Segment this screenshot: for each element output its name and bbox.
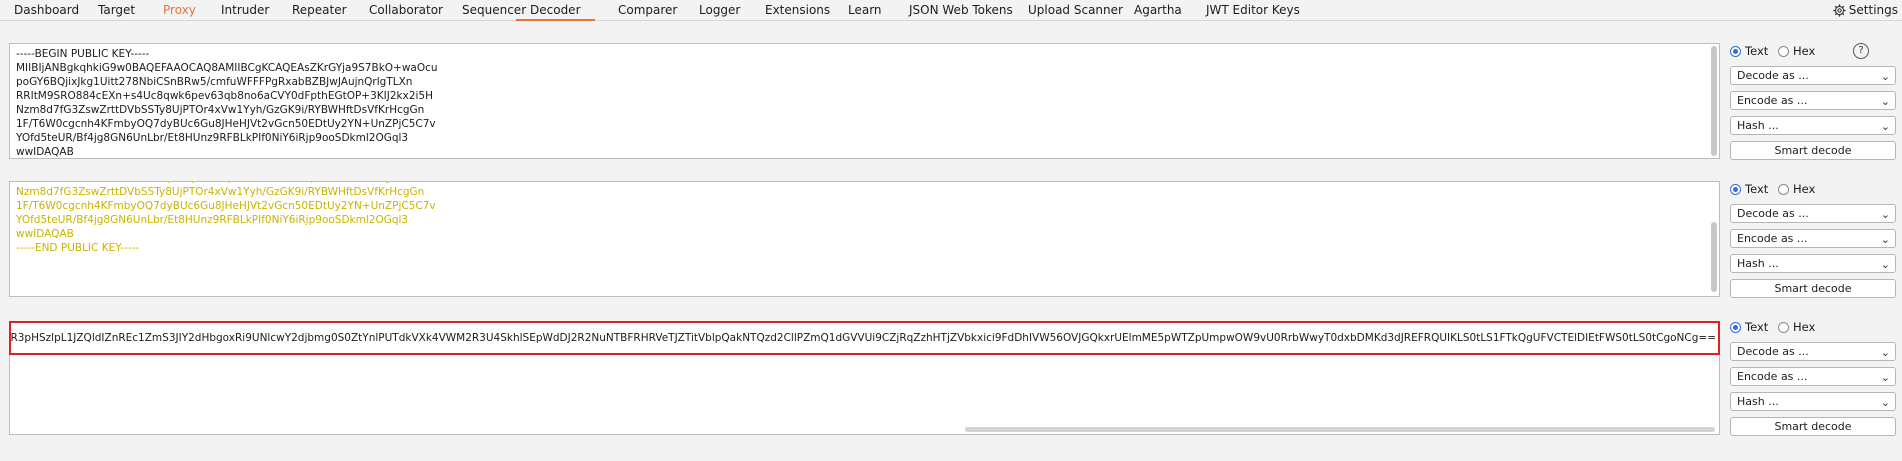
chevron-down-icon: ⌄ — [1880, 95, 1890, 108]
smart-decode-button[interactable]: Smart decode — [1730, 417, 1896, 436]
tab-agartha[interactable]: Agartha — [1134, 0, 1182, 20]
tab-proxy[interactable]: Proxy — [163, 0, 196, 20]
tab-decoder[interactable]: Decoder — [516, 0, 595, 21]
chevron-down-icon: ⌄ — [1880, 258, 1890, 271]
smart-decode-button[interactable]: Smart decode — [1730, 141, 1896, 160]
text-radio[interactable]: Text — [1730, 320, 1768, 334]
chevron-down-icon: ⌄ — [1880, 120, 1890, 133]
smart-decode-button[interactable]: Smart decode — [1730, 279, 1896, 298]
settings-label: Settings — [1848, 3, 1898, 17]
encoded-text-field[interactable]: yNHhWdzFZeWgvR3pHSzlpL1JZQldIZnREc1ZmS3J… — [9, 321, 1720, 355]
hex-radio[interactable]: Hex — [1778, 44, 1815, 58]
hex-radio[interactable]: Hex — [1778, 182, 1815, 196]
tab-upload-scanner[interactable]: Upload Scanner — [1028, 0, 1123, 20]
radio-empty-icon — [1778, 46, 1789, 57]
encoded-text[interactable]: yNHhWdzFZeWgvR3pHSzlpL1JZQldIZnREc1ZmS3J… — [11, 331, 1716, 345]
decoder-output-panel-2[interactable]: yNHhWdzFZeWgvR3pHSzlpL1JZQldIZnREc1ZmS3J… — [9, 321, 1720, 435]
chevron-down-icon: ⌄ — [1880, 396, 1890, 409]
decoder-input-panel[interactable]: -----BEGIN PUBLIC KEY----- MIIBIjANBgkqh… — [9, 43, 1720, 159]
main-tab-bar: Dashboard Target Proxy Intruder Repeater… — [0, 0, 1902, 21]
vertical-scrollbar[interactable] — [1711, 46, 1717, 156]
chevron-down-icon: ⌄ — [1880, 371, 1890, 384]
chevron-down-icon: ⌄ — [1880, 233, 1890, 246]
text-radio[interactable]: Text — [1730, 182, 1768, 196]
encode-as-select[interactable]: Encode as ... ⌄ — [1730, 229, 1896, 248]
tab-jwt-editor-keys[interactable]: JWT Editor Keys — [1206, 0, 1300, 20]
encode-as-select[interactable]: Encode as ... ⌄ — [1730, 91, 1896, 110]
chevron-down-icon: ⌄ — [1880, 70, 1890, 83]
text-radio[interactable]: Text — [1730, 44, 1768, 58]
tab-json-web-tokens[interactable]: JSON Web Tokens — [909, 0, 1013, 20]
controls-panel-3: Text Hex Decode as ... ⌄ Encode as ... ⌄ H… — [1730, 319, 1896, 436]
tab-intruder[interactable]: Intruder — [221, 0, 269, 20]
radio-selected-icon — [1730, 46, 1741, 57]
controls-panel-1: Text Hex ? Decode as ... ⌄ Encode as ... ⌄… — [1730, 43, 1896, 160]
decode-as-select[interactable]: Decode as ... ⌄ — [1730, 342, 1896, 361]
tab-learn[interactable]: Learn — [848, 0, 882, 20]
radio-selected-icon — [1730, 322, 1741, 333]
chevron-down-icon: ⌄ — [1880, 208, 1890, 221]
hash-select[interactable]: Hash ... ⌄ — [1730, 254, 1896, 273]
encoded-panel-body[interactable] — [9, 355, 1720, 435]
encode-as-select[interactable]: Encode as ... ⌄ — [1730, 367, 1896, 386]
tab-repeater[interactable]: Repeater — [292, 0, 347, 20]
decoder-output-panel-1[interactable]: RRItM9SRO884cEXn+s4Uc8qwk6pev63qb8no6aCV… — [9, 181, 1720, 297]
decode-as-select[interactable]: Decode as ... ⌄ — [1730, 66, 1896, 85]
horizontal-scrollbar[interactable] — [965, 427, 1715, 432]
chevron-down-icon: ⌄ — [1880, 346, 1890, 359]
decode-as-select[interactable]: Decode as ... ⌄ — [1730, 204, 1896, 223]
controls-panel-2: Text Hex Decode as ... ⌄ Encode as ... ⌄ H… — [1730, 181, 1896, 298]
tab-dashboard[interactable]: Dashboard — [14, 0, 79, 20]
tab-comparer[interactable]: Comparer — [618, 0, 677, 20]
input-text[interactable]: -----BEGIN PUBLIC KEY----- MIIBIjANBgkqh… — [16, 47, 438, 158]
tab-logger[interactable]: Logger — [699, 0, 740, 20]
help-icon[interactable]: ? — [1853, 43, 1869, 59]
hash-select[interactable]: Hash ... ⌄ — [1730, 116, 1896, 135]
tab-collaborator[interactable]: Collaborator — [369, 0, 443, 20]
tab-extensions[interactable]: Extensions — [765, 0, 830, 20]
gear-icon — [1833, 4, 1846, 17]
settings-button[interactable]: Settings — [1833, 0, 1898, 20]
radio-empty-icon — [1778, 184, 1789, 195]
radio-selected-icon — [1730, 184, 1741, 195]
hash-select[interactable]: Hash ... ⌄ — [1730, 392, 1896, 411]
tab-target[interactable]: Target — [98, 0, 135, 20]
vertical-scrollbar[interactable] — [1711, 222, 1717, 292]
decoded-text[interactable]: RRItM9SRO884cEXn+s4Uc8qwk6pev63qb8no6aCV… — [16, 182, 436, 255]
radio-empty-icon — [1778, 322, 1789, 333]
hex-radio[interactable]: Hex — [1778, 320, 1815, 334]
